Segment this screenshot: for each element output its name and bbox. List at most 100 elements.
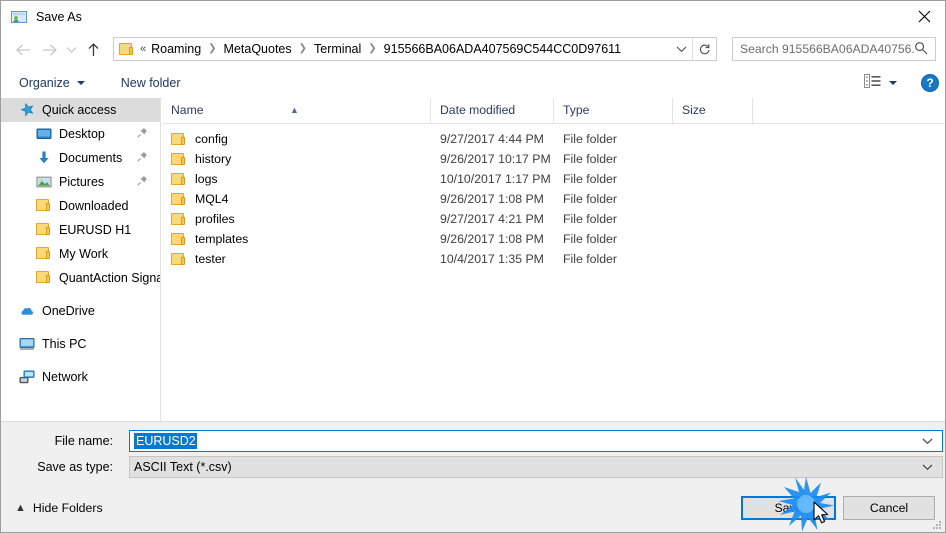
table-row[interactable]: logs 10/10/2017 1:17 PM File folder xyxy=(162,169,945,189)
chevron-down-icon[interactable] xyxy=(922,434,933,448)
sidebar-item-network[interactable]: Network xyxy=(1,365,160,389)
column-header-size[interactable]: Size xyxy=(673,98,753,123)
hide-folders-label: Hide Folders xyxy=(32,501,103,515)
file-name-cell: logs xyxy=(162,172,431,186)
search-box[interactable]: Search 915566BA06ADA40756... xyxy=(732,37,936,61)
breadcrumb-separator-icon[interactable]: ❯ xyxy=(208,44,216,54)
breadcrumb-separator-icon[interactable]: ❯ xyxy=(299,44,307,54)
command-toolbar: Organize New folder ? xyxy=(1,67,945,99)
file-type-cell: File folder xyxy=(563,172,617,186)
folder-icon xyxy=(36,222,52,238)
sidebar-item-quantaction-signal[interactable]: QuantAction Signal xyxy=(1,266,160,290)
search-input[interactable]: Search 915566BA06ADA40756... xyxy=(740,42,914,56)
folder-icon xyxy=(171,212,187,226)
view-layout-icon xyxy=(864,74,881,91)
file-list-pane[interactable]: Name ▲ Date modified Type Size config 9/… xyxy=(162,98,945,421)
sidebar-item-label: EURUSD H1 xyxy=(59,223,132,237)
file-name-cell: profiles xyxy=(162,212,431,226)
chevron-down-icon xyxy=(66,47,76,53)
file-name-label: tester xyxy=(195,252,226,266)
resize-grip[interactable] xyxy=(932,520,942,530)
cancel-button[interactable]: Cancel xyxy=(843,496,935,520)
breadcrumb-item-instance-id[interactable]: 915566BA06ADA407569C544CC0D97611 xyxy=(383,42,622,56)
breadcrumb-overflow[interactable]: « xyxy=(140,43,146,55)
refresh-icon[interactable] xyxy=(692,38,716,60)
organize-label: Organize xyxy=(19,75,70,90)
help-button[interactable]: ? xyxy=(921,73,939,92)
column-header-label: Type xyxy=(563,103,590,117)
navigation-sidebar[interactable]: Quick access Desktop Documents Pictures … xyxy=(1,98,161,421)
chevron-down-icon[interactable] xyxy=(922,460,933,474)
save-button[interactable]: Save xyxy=(741,496,836,520)
file-rows: config 9/27/2017 4:44 PM File folder his… xyxy=(162,124,945,269)
pictures-icon xyxy=(36,174,52,190)
search-icon[interactable] xyxy=(914,41,928,58)
pin-icon[interactable] xyxy=(137,175,148,189)
sidebar-item-label: This PC xyxy=(42,337,87,351)
folder-icon xyxy=(171,192,187,206)
file-date-cell: 10/10/2017 1:17 PM xyxy=(440,172,551,186)
up-one-level-button[interactable] xyxy=(80,37,106,63)
sidebar-item-eurusd-h1[interactable]: EURUSD H1 xyxy=(1,218,160,242)
breadcrumb-item-roaming[interactable]: Roaming xyxy=(150,42,202,56)
table-row[interactable]: templates 9/26/2017 1:08 PM File folder xyxy=(162,229,945,249)
table-row[interactable]: tester 10/4/2017 1:35 PM File folder xyxy=(162,249,945,269)
sidebar-item-downloaded[interactable]: Downloaded xyxy=(1,194,160,218)
folder-icon xyxy=(171,152,187,166)
column-header-date-modified[interactable]: Date modified xyxy=(431,98,554,123)
save-as-type-select[interactable]: ASCII Text (*.csv) xyxy=(129,456,943,478)
folder-icon xyxy=(171,232,187,246)
save-as-dialog: Save As « Roaming ❯ MetaQuotes ❯ Termina… xyxy=(0,0,946,533)
save-button-label: Save xyxy=(774,501,803,515)
file-date-cell: 9/26/2017 1:08 PM xyxy=(440,192,544,206)
table-row[interactable]: profiles 9/27/2017 4:21 PM File folder xyxy=(162,209,945,229)
folder-icon xyxy=(36,246,52,262)
onedrive-cloud-icon xyxy=(19,303,35,319)
back-button[interactable] xyxy=(10,37,36,63)
column-header-name[interactable]: Name ▲ xyxy=(162,98,431,123)
sidebar-item-documents[interactable]: Documents xyxy=(1,146,160,170)
arrow-left-icon xyxy=(15,44,30,55)
file-name-value[interactable]: EURUSD2 xyxy=(134,433,197,449)
recent-locations-button[interactable] xyxy=(62,37,80,63)
navigation-bar: « Roaming ❯ MetaQuotes ❯ Terminal ❯ 9155… xyxy=(1,32,945,67)
address-dropdown-icon[interactable] xyxy=(670,38,692,60)
sidebar-item-this-pc[interactable]: This PC xyxy=(1,332,160,356)
sidebar-item-my-work[interactable]: My Work xyxy=(1,242,160,266)
folder-icon xyxy=(171,132,187,146)
forward-button[interactable] xyxy=(36,37,62,63)
column-header-type[interactable]: Type xyxy=(554,98,673,123)
address-bar[interactable]: « Roaming ❯ MetaQuotes ❯ Terminal ❯ 9155… xyxy=(113,37,717,61)
organize-button[interactable]: Organize xyxy=(13,71,91,95)
sidebar-item-onedrive[interactable]: OneDrive xyxy=(1,299,160,323)
breadcrumb-separator-icon[interactable]: ❯ xyxy=(368,44,376,54)
new-folder-button[interactable]: New folder xyxy=(115,71,187,95)
table-row[interactable]: MQL4 9/26/2017 1:08 PM File folder xyxy=(162,189,945,209)
pin-icon[interactable] xyxy=(137,151,148,165)
close-icon[interactable] xyxy=(901,1,945,32)
chevron-down-icon xyxy=(76,80,85,85)
sort-ascending-icon: ▲ xyxy=(290,105,299,115)
breadcrumb-item-metaquotes[interactable]: MetaQuotes xyxy=(223,42,293,56)
sidebar-item-pictures[interactable]: Pictures xyxy=(1,170,160,194)
file-name-label: config xyxy=(195,132,228,146)
window-title: Save As xyxy=(36,9,82,24)
file-name-input[interactable]: EURUSD2 xyxy=(129,430,943,452)
file-type-cell: File folder xyxy=(563,252,617,266)
arrow-up-icon xyxy=(88,43,98,56)
file-date-cell: 9/26/2017 1:08 PM xyxy=(440,232,544,246)
change-view-button[interactable] xyxy=(858,71,903,95)
sidebar-item-desktop[interactable]: Desktop xyxy=(1,122,160,146)
file-name-cell: history xyxy=(162,152,431,166)
file-name-cell: tester xyxy=(162,252,431,266)
column-header-label: Size xyxy=(682,103,706,117)
sidebar-item-label: Desktop xyxy=(59,127,105,141)
hide-folders-toggle[interactable]: ▲ Hide Folders xyxy=(15,501,103,515)
title-bar: Save As xyxy=(1,1,945,32)
sidebar-item-quick-access[interactable]: Quick access xyxy=(1,98,160,122)
breadcrumb-item-terminal[interactable]: Terminal xyxy=(313,42,362,56)
file-type-cell: File folder xyxy=(563,132,617,146)
table-row[interactable]: history 9/26/2017 10:17 PM File folder xyxy=(162,149,945,169)
table-row[interactable]: config 9/27/2017 4:44 PM File folder xyxy=(162,129,945,149)
pin-icon[interactable] xyxy=(137,127,148,141)
